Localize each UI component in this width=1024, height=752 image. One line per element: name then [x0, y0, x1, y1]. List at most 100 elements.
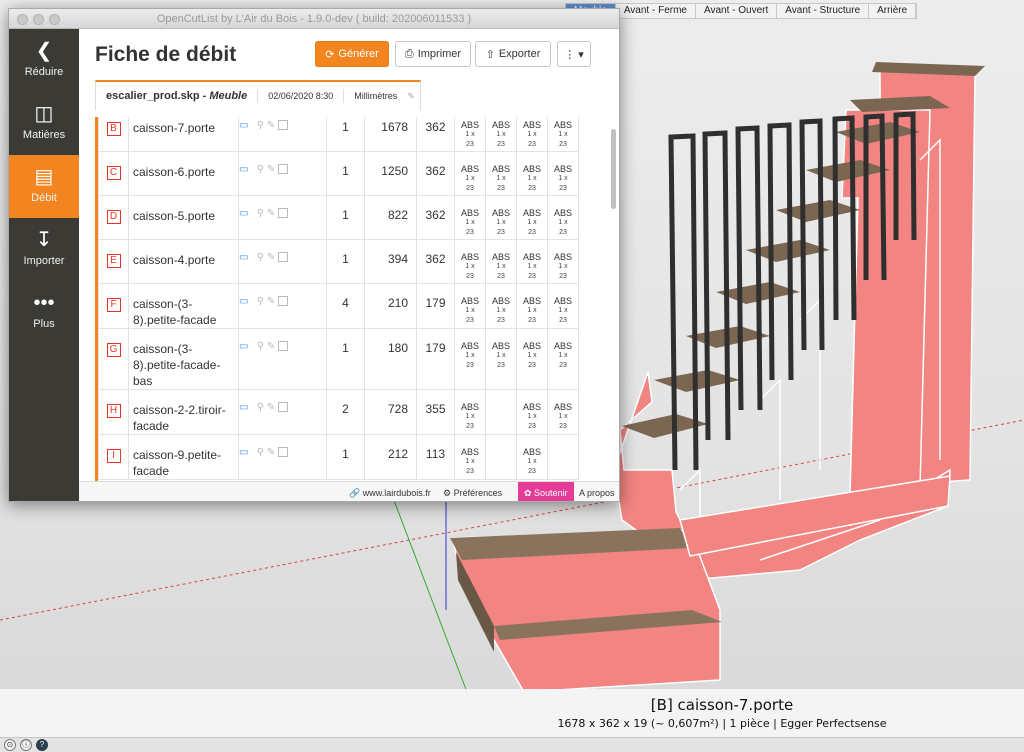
- magnifier-icon[interactable]: ⚲: [257, 296, 264, 307]
- row-checkbox[interactable]: [278, 252, 289, 263]
- magnifier-icon[interactable]: ⚲: [257, 447, 264, 458]
- magnifier-icon[interactable]: ⚲: [257, 252, 264, 263]
- close-window-button[interactable]: [17, 14, 28, 25]
- part-count: 1: [326, 151, 365, 196]
- rectangle-icon[interactable]: ▭: [239, 402, 248, 413]
- table-row[interactable]: Bcaisson-7.porte ▭ ⚲ ✎ 1 1678 362 ABS 1 x 23 AB…: [98, 117, 579, 152]
- rectangle-icon[interactable]: ▭: [239, 447, 248, 458]
- sidebar-item-more[interactable]: ••• Plus: [9, 281, 79, 344]
- pencil-icon[interactable]: ✎: [407, 91, 415, 102]
- magnifier-icon[interactable]: ⚲: [257, 402, 264, 413]
- pencil-icon[interactable]: ✎: [267, 341, 275, 352]
- pencil-icon[interactable]: ✎: [267, 164, 275, 175]
- scene-tab[interactable]: Avant - Ferme: [616, 4, 696, 18]
- table-row[interactable]: Gcaisson-(3-8).petite-facade-bas ▭ ⚲ ✎ 11…: [98, 328, 579, 390]
- edge-cell: [485, 389, 517, 435]
- part-count: 1: [326, 239, 365, 284]
- generate-button[interactable]: ⟳ Générer: [315, 41, 389, 67]
- edge-cell: ABS 1 x 23: [547, 195, 579, 240]
- part-length: 1678: [364, 117, 417, 152]
- rectangle-icon[interactable]: ▭: [239, 208, 248, 219]
- table-row[interactable]: Ecaisson-4.porte ▭ ⚲ ✎ 1 394 362 ABS 1 x 23 ABS…: [98, 239, 579, 284]
- magnifier-icon[interactable]: ⚲: [257, 208, 264, 219]
- pencil-icon[interactable]: ✎: [267, 208, 275, 219]
- row-checkbox[interactable]: [278, 447, 289, 458]
- pencil-icon[interactable]: ✎: [267, 252, 275, 263]
- document-unit: Millimètres: [354, 91, 398, 101]
- sidebar-item-label: Débit: [31, 192, 57, 204]
- rectangle-icon[interactable]: ▭: [239, 120, 248, 131]
- row-checkbox[interactable]: [278, 208, 289, 219]
- part-name: caisson-(3-8).petite-facade-bas: [128, 328, 239, 390]
- page-title: Fiche de débit: [95, 43, 237, 66]
- magnifier-icon[interactable]: ⚲: [257, 164, 264, 175]
- print-button[interactable]: ⎙ Imprimer: [395, 41, 471, 67]
- window-title: OpenCutList by L'Air du Bois - 1.9.0-dev…: [156, 13, 472, 25]
- about-link[interactable]: A propos: [579, 482, 615, 501]
- table-row[interactable]: Hcaisson-2-2.tiroir-facade ▭ ⚲ ✎ 2 728 355 A…: [98, 389, 579, 435]
- edge-cell: ABS 1 x 23: [485, 195, 517, 240]
- pencil-icon[interactable]: ✎: [267, 447, 275, 458]
- edge-cell: ABS 1 x 23: [547, 239, 579, 284]
- rectangle-icon[interactable]: ▭: [239, 341, 248, 352]
- row-checkbox[interactable]: [278, 402, 289, 413]
- preferences-link[interactable]: ⚙ Préférences: [443, 482, 502, 501]
- table-row[interactable]: Dcaisson-5.porte ▭ ⚲ ✎ 1 822 362 ABS 1 x 23 ABS…: [98, 195, 579, 240]
- edge-cell: [485, 434, 517, 480]
- vertical-dots-icon: ⋮ ▾: [564, 48, 584, 61]
- part-length: 1250: [364, 151, 417, 196]
- table-row[interactable]: Fcaisson-(3-8).petite-facade ▭ ⚲ ✎ 4 210 17…: [98, 283, 579, 329]
- website-link[interactable]: 🔗 www.lairdubois.fr: [349, 482, 431, 501]
- credits-icon[interactable]: ⓘ: [20, 739, 32, 751]
- export-button[interactable]: ⇧ Exporter: [475, 41, 551, 67]
- scene-tab[interactable]: Avant - Ouvert: [696, 4, 778, 18]
- help-icon[interactable]: ?: [36, 739, 48, 751]
- part-length: 210: [364, 283, 417, 329]
- pencil-icon[interactable]: ✎: [267, 402, 275, 413]
- edge-cell: ABS 1 x 23: [516, 389, 548, 435]
- minimize-window-button[interactable]: [33, 14, 44, 25]
- more-options-button[interactable]: ⋮ ▾: [557, 41, 591, 67]
- export-icon: ⇧: [485, 48, 495, 61]
- sidebar-item-cutlist[interactable]: ▤ Débit: [9, 155, 79, 218]
- edge-cell: [547, 434, 579, 480]
- table-row[interactable]: Icaisson-9.petite-facade ▭ ⚲ ✎ 1 212 113 ABS…: [98, 434, 579, 480]
- magnifier-icon[interactable]: ⚲: [257, 120, 264, 131]
- edge-cell: ABS 1 x 23: [516, 117, 548, 152]
- sidebar-item-import[interactable]: ↧ Importer: [9, 218, 79, 281]
- part-length: 212: [364, 434, 417, 480]
- edge-cell: ABS 1 x 23: [485, 151, 517, 196]
- row-checkbox[interactable]: [278, 296, 289, 307]
- scrollbar[interactable]: [611, 129, 616, 209]
- document-date: 02/06/2020 8:30: [268, 91, 334, 101]
- rectangle-icon[interactable]: ▭: [239, 164, 248, 175]
- part-count: 1: [326, 434, 365, 480]
- window-titlebar: OpenCutList by L'Air du Bois - 1.9.0-dev…: [9, 9, 619, 29]
- rectangle-icon[interactable]: ▭: [239, 296, 248, 307]
- row-checkbox[interactable]: [278, 341, 289, 352]
- magnifier-icon[interactable]: ⚲: [257, 341, 264, 352]
- part-length: 822: [364, 195, 417, 240]
- row-checkbox[interactable]: [278, 120, 289, 131]
- scene-tab[interactable]: Arrière: [869, 4, 917, 18]
- part-letter: F: [106, 298, 121, 312]
- part-width: 362: [416, 151, 455, 196]
- sidebar-item-materials[interactable]: ◫ Matières: [9, 92, 79, 155]
- pencil-icon[interactable]: ✎: [267, 120, 275, 131]
- table-row[interactable]: Ccaisson-6.porte ▭ ⚲ ✎ 1 1250 362 ABS 1 x 23 AB…: [98, 151, 579, 196]
- part-count: 4: [326, 283, 365, 329]
- edge-cell: ABS 1 x 23: [547, 151, 579, 196]
- edge-cell: ABS 1 x 23: [516, 328, 548, 390]
- support-button[interactable]: ✿ Soutenir: [518, 482, 574, 501]
- zoom-window-button[interactable]: [49, 14, 60, 25]
- pencil-icon[interactable]: ✎: [267, 296, 275, 307]
- document-tab[interactable]: escalier_prod.skp - Meuble 02/06/2020 8:…: [95, 80, 421, 110]
- import-icon: ↧: [35, 229, 53, 251]
- edge-cell: ABS 1 x 23: [516, 195, 548, 240]
- sidebar-item-reduce[interactable]: ❮ Réduire: [9, 29, 79, 92]
- geo-location-icon[interactable]: ⊙: [4, 739, 16, 751]
- part-name: caisson-6.porte: [128, 151, 239, 196]
- scene-tab[interactable]: Avant - Structure: [777, 4, 870, 18]
- row-checkbox[interactable]: [278, 164, 289, 175]
- rectangle-icon[interactable]: ▭: [239, 252, 248, 263]
